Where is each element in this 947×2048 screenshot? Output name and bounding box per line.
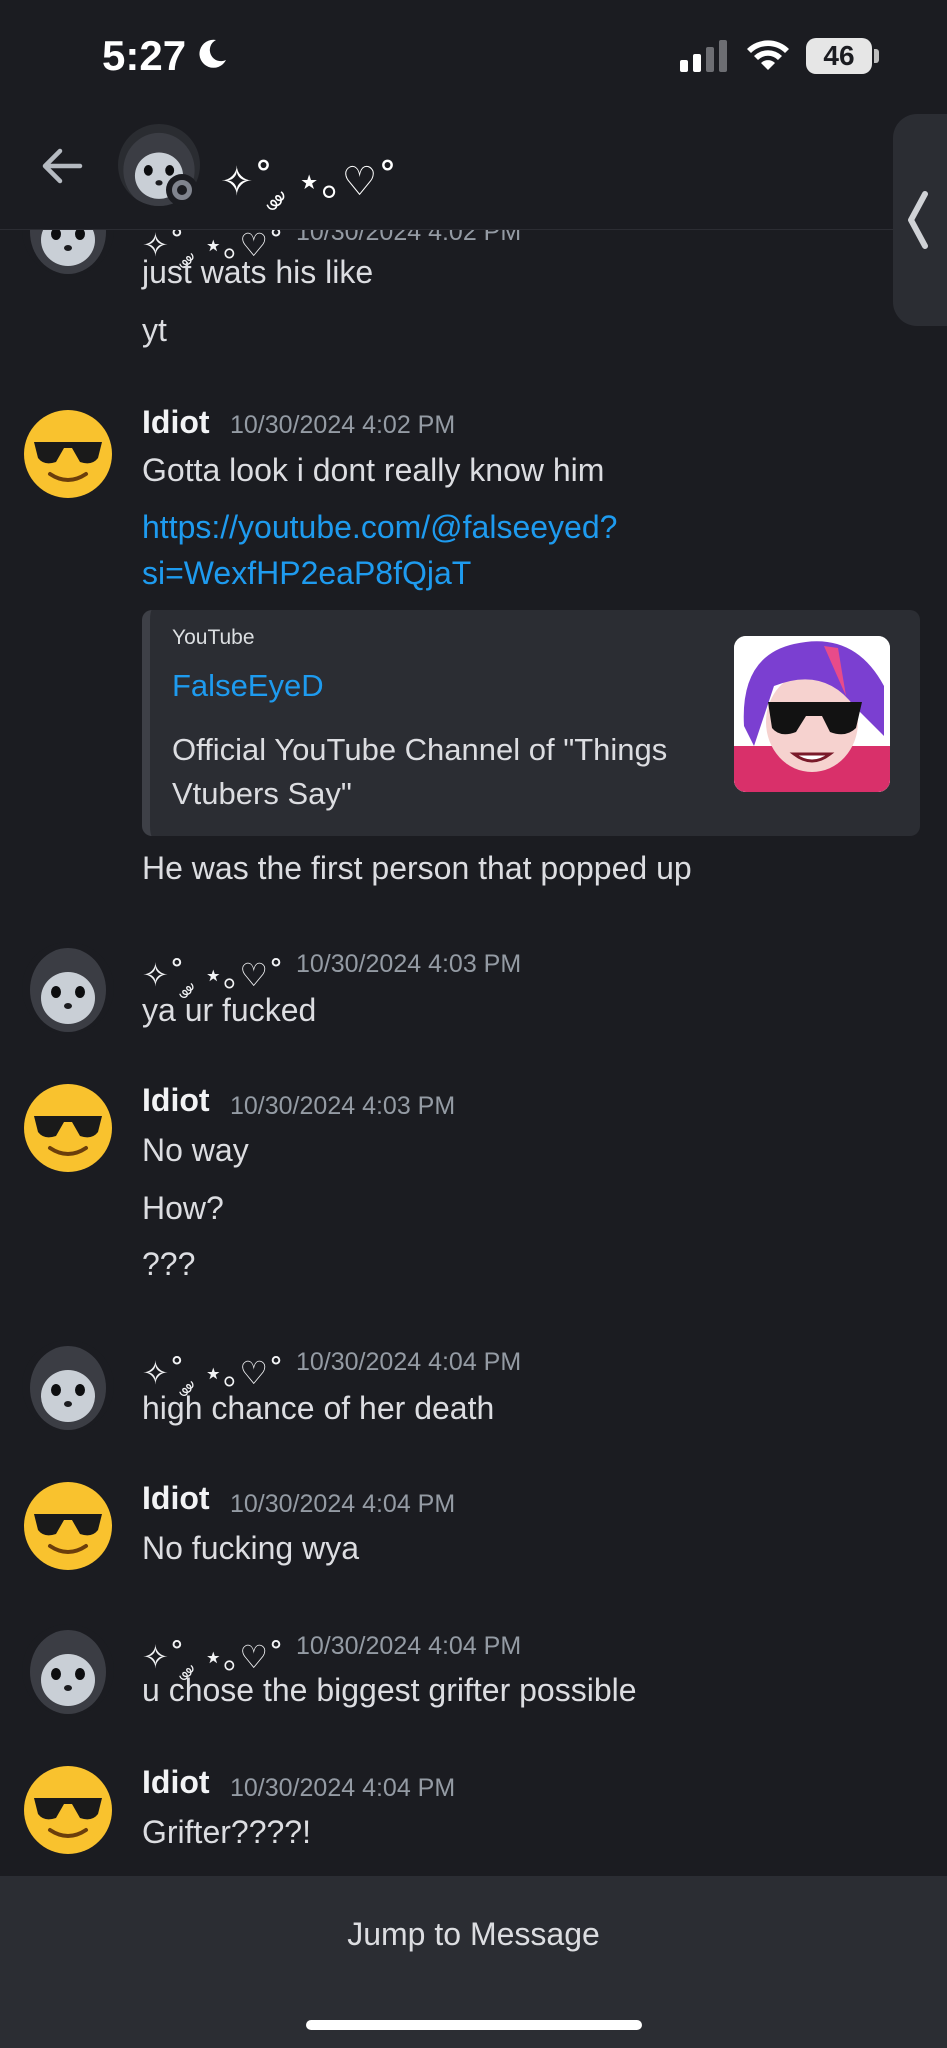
- message-feed: ✧˚ ༘ ⋆｡♡˚ 10/30/2024 4:02 PM just wats h…: [0, 230, 947, 1876]
- message-author[interactable]: Idiot: [142, 1764, 210, 1801]
- message-timestamp: 10/30/2024 4:03 PM: [296, 950, 522, 978]
- message-text: high chance of her death: [142, 1390, 495, 1426]
- status-time: 5:27: [102, 32, 187, 79]
- seal-avatar[interactable]: [22, 230, 114, 276]
- chevron-left-icon: [908, 191, 928, 249]
- message-text: No way: [142, 1132, 249, 1168]
- battery-icon: 46: [806, 38, 872, 74]
- message-text: just wats his like: [142, 254, 374, 290]
- battery-tip: [874, 49, 879, 63]
- message-author[interactable]: Idiot: [142, 1082, 210, 1119]
- message-timestamp: 10/30/2024 4:04 PM: [230, 1774, 456, 1802]
- embed-title[interactable]: FalseEyeD: [172, 668, 324, 704]
- jump-to-message-bar[interactable]: Jump to Message: [0, 1876, 947, 2048]
- message-text: ya ur fucked: [142, 992, 317, 1028]
- sunglasses-emoji-avatar[interactable]: [22, 408, 114, 500]
- message-text: He was the first person that popped up: [142, 850, 692, 886]
- side-panel-tab[interactable]: [893, 114, 947, 326]
- message-author[interactable]: Idiot: [142, 404, 210, 441]
- message-timestamp: 10/30/2024 4:04 PM: [296, 1632, 522, 1660]
- seal-avatar[interactable]: [22, 1624, 114, 1716]
- status-bar: 5:27 46: [0, 0, 947, 112]
- seal-avatar[interactable]: [22, 1340, 114, 1432]
- message-text: ???: [142, 1246, 196, 1282]
- message-text: Gotta look i dont really know him: [142, 452, 605, 488]
- embed-provider: YouTube: [172, 626, 255, 649]
- signal-icon: [680, 40, 727, 72]
- jump-to-message-button[interactable]: Jump to Message: [0, 1916, 947, 1953]
- embed-description: Official YouTube Channel of "Things Vtub…: [172, 732, 668, 811]
- message-text: No fucking wya: [142, 1530, 359, 1566]
- seal-avatar[interactable]: [22, 942, 114, 1034]
- sunglasses-emoji-avatar[interactable]: [22, 1764, 114, 1856]
- back-arrow-icon[interactable]: [38, 142, 86, 190]
- message-author[interactable]: Idiot: [142, 1480, 210, 1517]
- message-timestamp: 10/30/2024 4:04 PM: [230, 1490, 456, 1518]
- message-link[interactable]: https://youtube.com/@falseeyed? si=WexfH…: [142, 504, 617, 596]
- message-timestamp: 10/30/2024 4:04 PM: [296, 1348, 522, 1376]
- link-line[interactable]: si=WexfHP2eaP8fQjaT: [142, 550, 617, 596]
- link-embed[interactable]: YouTube FalseEyeD Official YouTube Chann…: [142, 610, 920, 836]
- link-line[interactable]: https://youtube.com/@falseeyed?: [142, 504, 617, 550]
- message-text: yt: [142, 312, 167, 348]
- message-text: How?: [142, 1190, 224, 1226]
- message-text: u chose the biggest grifter possible: [142, 1672, 637, 1708]
- sunglasses-emoji-avatar[interactable]: [22, 1480, 114, 1572]
- channel-header: ✧˚ ༘ ⋆｡♡˚: [0, 112, 947, 230]
- channel-name[interactable]: ✧˚ ༘ ⋆｡♡˚: [220, 136, 398, 249]
- moon-icon: [199, 39, 226, 68]
- embed-thumbnail[interactable]: [734, 636, 890, 792]
- sunglasses-emoji-avatar[interactable]: [22, 1082, 114, 1174]
- message-text: Grifter????!: [142, 1814, 311, 1850]
- offline-status-icon: [166, 174, 198, 206]
- message-timestamp: 10/30/2024 4:03 PM: [230, 1092, 456, 1120]
- home-indicator[interactable]: [306, 2020, 642, 2030]
- message-timestamp: 10/30/2024 4:02 PM: [230, 411, 456, 439]
- wifi-icon: [747, 40, 789, 70]
